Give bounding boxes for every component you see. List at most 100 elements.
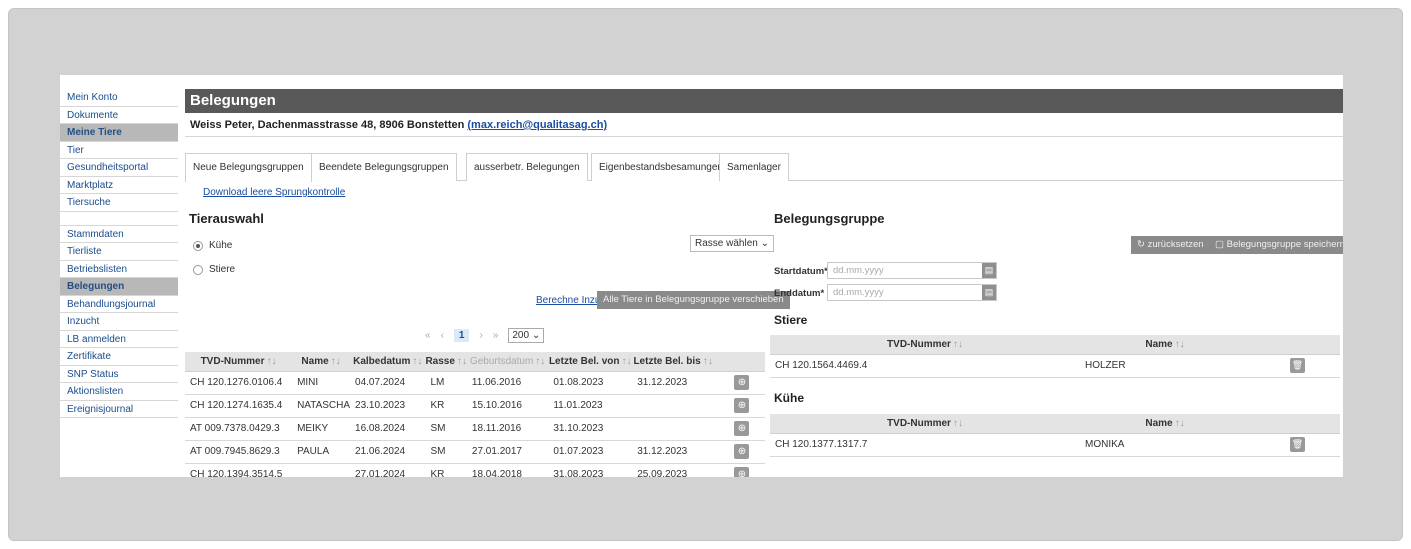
sidebar-item[interactable]: Betriebslisten <box>60 261 178 278</box>
col-tvd-nummer[interactable]: TVD-Nummer ↑↓ <box>770 335 1080 355</box>
col-name-label: Name <box>1145 338 1173 350</box>
sidebar-divider <box>60 212 178 226</box>
table-cell <box>632 394 714 418</box>
col-name[interactable]: Name ↑↓ <box>1080 414 1250 434</box>
prev-page-icon[interactable]: ‹ <box>441 330 444 341</box>
last-page-icon[interactable]: » <box>493 330 499 341</box>
sort-icon: ↑↓ <box>1174 338 1185 350</box>
table-row[interactable]: AT 009.7378.0429.3 MEIKY 16.08.2024 SM 18.11… <box>185 417 765 441</box>
radio-kuehe[interactable]: Kühe <box>193 240 232 251</box>
page-size-select[interactable]: 200 ⌄ <box>508 328 545 343</box>
table-cell: CH 120.1564.4469.4 <box>770 354 1080 378</box>
col-header[interactable]: Letzte Bel. von ↑↓ <box>548 352 633 372</box>
col-header[interactable]: Kalbedatum ↑↓ <box>350 352 426 372</box>
table-cell: KR <box>425 463 467 477</box>
col-header-label: TVD-Nummer <box>200 355 265 367</box>
sidebar-item[interactable]: Ereignisjournal <box>60 401 178 418</box>
col-header-label: Name <box>301 355 329 367</box>
col-name[interactable]: Name ↑↓ <box>1080 335 1250 355</box>
table-row[interactable]: CH 120.1276.0106.4 MINI 04.07.2024 LM 11.06.… <box>185 371 765 395</box>
add-to-group-icon[interactable]: ⊕ <box>734 444 750 459</box>
table-cell: 31.10.2023 <box>548 417 633 441</box>
sort-icon: ↑↓ <box>1174 417 1185 429</box>
sidebar-item[interactable]: Mein Konto <box>60 89 178 107</box>
sidebar-item[interactable]: Stammdaten <box>60 226 178 243</box>
sidebar-item[interactable]: Behandlungsjournal <box>60 296 178 313</box>
table-row[interactable]: AT 009.7945.8629.3 PAULA 21.06.2024 SM 27.01… <box>185 440 765 464</box>
sidebar-item[interactable]: Aktionslisten <box>60 383 178 401</box>
add-to-group-icon[interactable]: ⊕ <box>734 421 750 436</box>
table-row[interactable]: CH 120.1394.3514.5 27.01.2024 KR 18.04.2018… <box>185 463 765 477</box>
sidebar-nav: Mein Konto Dokumente Meine Tiere Tier Gesund… <box>60 89 178 418</box>
sidebar-item[interactable]: Zertifikate <box>60 348 178 366</box>
table-row[interactable]: CH 120.1274.1635.4 NATASCHA 23.10.2023 KR 15… <box>185 394 765 418</box>
move-all-to-group-button[interactable]: Alle Tiere in Belegungsgruppe verschiebe… <box>597 291 790 309</box>
enddatum-input[interactable]: dd.mm.yyyy ▤ <box>827 284 997 301</box>
col-header[interactable]: Letzte Bel. bis ↑↓ <box>632 352 714 372</box>
sidebar-item[interactable]: Inzucht <box>60 313 178 331</box>
tab-neue-belegungsgruppen[interactable]: Neue Belegungsgruppen <box>185 153 312 182</box>
add-to-group-icon[interactable]: ⊕ <box>734 467 750 477</box>
cows-table: TVD-Nummer ↑↓ Name ↑↓ CH 120.1377.1317.7 MO… <box>770 414 1340 457</box>
breed-select[interactable]: Rasse wählen ⌄ <box>690 235 774 252</box>
table-cell-action: ⊕ <box>713 371 765 395</box>
delete-icon[interactable]: 🗑 <box>1290 437 1305 452</box>
sort-icon: ↑↓ <box>952 338 963 350</box>
table-cell: 01.08.2023 <box>548 371 633 395</box>
startdatum-input[interactable]: dd.mm.yyyy ▤ <box>827 262 997 279</box>
sidebar-item[interactable]: Dokumente <box>60 107 178 124</box>
tab-ausserbetr-belegungen[interactable]: ausserbetr. Belegungen <box>466 153 588 181</box>
col-header[interactable]: Rasse ↑↓ <box>425 352 467 372</box>
reset-button[interactable]: ↻ zurücksetzen <box>1131 236 1210 254</box>
sidebar-item[interactable]: Tiersuche <box>60 194 178 212</box>
tab-samenlager[interactable]: Samenlager <box>719 153 789 181</box>
tab-beendete-belegungsgruppen[interactable]: Beendete Belegungsgruppen <box>311 153 457 181</box>
sidebar-item[interactable]: Meine Tiere <box>60 124 178 142</box>
sidebar-item[interactable]: LB anmelden <box>60 331 178 348</box>
sidebar-item[interactable]: SNP Status <box>60 366 178 383</box>
calendar-icon[interactable]: ▤ <box>982 285 996 300</box>
kuehe-heading: Kühe <box>774 391 804 405</box>
calendar-icon[interactable]: ▤ <box>982 263 996 278</box>
tab-bar: Neue Belegungsgruppen Beendete Belegungs… <box>185 153 1343 182</box>
col-tvd-nummer[interactable]: TVD-Nummer ↑↓ <box>770 414 1080 434</box>
add-to-group-icon[interactable]: ⊕ <box>734 375 750 390</box>
first-page-icon[interactable]: « <box>425 330 431 341</box>
col-header[interactable]: TVD-Nummer ↑↓ <box>185 352 293 372</box>
col-header[interactable]: Geburtsdatum ↑↓ <box>466 352 549 372</box>
current-page[interactable]: 1 <box>453 329 470 342</box>
delete-icon[interactable]: 🗑 <box>1290 358 1305 373</box>
table-cell: MEIKY <box>292 417 351 441</box>
sidebar-item[interactable]: Marktplatz <box>60 177 178 194</box>
refresh-icon: ↻ <box>1137 239 1145 250</box>
table-cell: MINI <box>292 371 351 395</box>
sidebar-item[interactable]: Belegungen <box>60 278 178 296</box>
page-title: Belegungen <box>185 89 1343 113</box>
sort-icon: ↑↓ <box>621 355 632 367</box>
table-cell <box>632 417 714 441</box>
pagination: « ‹ 1 › » 200 ⌄ <box>425 328 545 343</box>
table-cell: KR <box>425 394 467 418</box>
stiere-heading: Stiere <box>774 313 808 327</box>
save-group-button[interactable]: ▢ Belegungsgruppe speichern <box>1209 236 1343 254</box>
save-icon: ▢ <box>1215 239 1224 250</box>
sidebar-item[interactable]: Gesundheitsportal <box>60 159 178 177</box>
table-cell: CH 120.1276.0106.4 <box>185 371 293 395</box>
sort-icon: ↑↓ <box>952 417 963 429</box>
next-page-icon[interactable]: › <box>479 330 482 341</box>
radio-stiere[interactable]: Stiere <box>193 264 235 275</box>
table-cell-action: ⊕ <box>713 463 765 477</box>
col-name-label: Name <box>1145 417 1173 429</box>
sidebar-item[interactable]: Tier <box>60 142 178 159</box>
table-cell: 31.12.2023 <box>632 440 714 464</box>
tab-eigenbestandsbesamungen[interactable]: Eigenbestandsbesamungen <box>591 153 731 181</box>
table-cell: CH 120.1274.1635.4 <box>185 394 293 418</box>
table-cell: PAULA <box>292 440 351 464</box>
download-sprungkontrolle-link[interactable]: Download leere Sprungkontrolle <box>203 187 345 198</box>
col-header[interactable]: Name ↑↓ <box>292 352 351 372</box>
add-to-group-icon[interactable]: ⊕ <box>734 398 750 413</box>
col-header-label: Letzte Bel. von <box>548 355 620 367</box>
sidebar-item[interactable]: Tierliste <box>60 243 178 261</box>
breed-select-value: Rasse wählen <box>695 238 758 249</box>
owner-email-link[interactable]: (max.reich@qualitasag.ch) <box>467 119 607 131</box>
